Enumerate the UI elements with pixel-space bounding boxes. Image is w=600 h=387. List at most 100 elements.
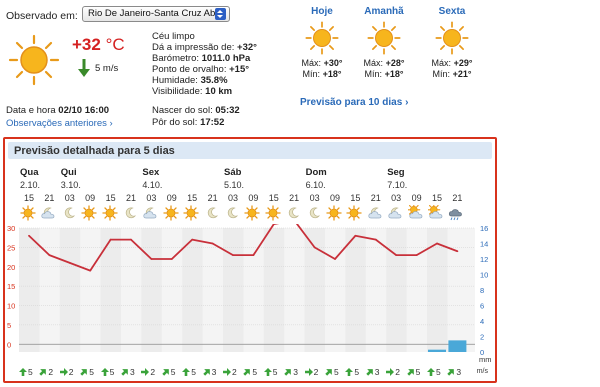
wind-speed-value: 2 (232, 367, 237, 377)
wind-cell: 5 (19, 367, 33, 377)
moon-icon (285, 205, 303, 221)
left-tick-label: 15 (7, 282, 15, 291)
temperature-point (354, 234, 357, 237)
previous-observations-link[interactable]: Observações anteriores › (6, 118, 113, 129)
wind-cell: 3 (284, 367, 298, 377)
sunset-value: 17:52 (200, 117, 225, 128)
cloud-moon-icon (387, 205, 405, 221)
wind-speed-value: 5 (28, 367, 33, 377)
wind-unit-label: m/s (476, 368, 488, 375)
wind-cell: 5 (406, 367, 420, 377)
datetime-label: Data e hora (6, 105, 59, 116)
temperature-point (48, 254, 51, 257)
forecast-day-date: 2.10. (20, 180, 41, 190)
right-tick-label: 10 (480, 271, 488, 280)
wind-speed-value: 2 (68, 367, 74, 377)
moon-icon (61, 205, 79, 221)
wind-arrow-icon (447, 368, 455, 376)
condition-row: Dá a impressão de: +32° (152, 42, 257, 53)
wind-cell: 5 (325, 367, 339, 377)
left-tick-label: 10 (7, 302, 15, 311)
sun-icon (326, 205, 344, 221)
condition-row: Ponto de orvalho: +15° (152, 64, 257, 75)
sun-icon (305, 21, 339, 55)
day-name[interactable]: Hoje (287, 6, 357, 17)
max-label: Máx: (363, 58, 386, 68)
wind-cell: 2 (304, 367, 318, 377)
temperature-point (232, 254, 234, 257)
day-summary[interactable]: Hoje Máx: +30° Mín: +18° (287, 6, 357, 80)
observed-label: Observado em: (6, 10, 78, 22)
min-label: Mín: (302, 69, 323, 79)
day-minmax: Máx: +28° Mín: +18° (349, 58, 419, 80)
wind-cell: 2 (141, 367, 155, 377)
day-name[interactable]: Amanhã (349, 6, 419, 17)
temperature-point (191, 238, 194, 241)
wind-arrow-icon (263, 368, 272, 376)
forecast-hour: 21 (370, 193, 381, 203)
wind-cell: 2 (386, 367, 400, 377)
sun-icon (81, 205, 99, 221)
temperature-point (313, 246, 316, 249)
right-tick-label: 4 (480, 317, 484, 326)
condition-row: Barómetro: 1011.0 hPa (152, 53, 257, 64)
wind-arrow-icon (141, 368, 150, 376)
moon-icon (122, 205, 140, 221)
max-label: Máx: (431, 58, 454, 68)
wind-cell: 5 (263, 367, 278, 377)
temperature-point (68, 261, 71, 264)
forecast-hour: 09 (166, 193, 177, 203)
ten-day-forecast-link[interactable]: Previsão para 10 dias › (300, 97, 408, 108)
forecast-hour: 03 (146, 193, 157, 203)
wind-speed-value: 5 (191, 367, 196, 377)
temperature-point (211, 242, 214, 245)
column-band (223, 228, 244, 352)
forecast-hour: 15 (187, 193, 198, 203)
condition-value: 1011.0 hPa (201, 53, 251, 64)
temperature-unit: °C (105, 35, 125, 54)
wind-speed-value: 3 (293, 367, 298, 377)
min-label: Mín: (432, 69, 453, 79)
wind-speed-value: 5 (354, 367, 360, 377)
wind-arrow-icon (39, 368, 47, 376)
wind-arrow-icon (100, 368, 109, 376)
wind-speed-value: 3 (130, 367, 135, 377)
wind-cell: 5 (345, 367, 359, 377)
temperature-point (436, 242, 438, 245)
right-tick-label: 6 (480, 302, 484, 311)
wind-arrow-icon (284, 368, 292, 376)
wind-speed-value: 5 (109, 367, 115, 377)
current-temperature: +32 °C (72, 35, 125, 55)
condition-label: Barómetro: (152, 53, 202, 64)
condition-row: Visibilidade: 10 km (152, 86, 257, 97)
column-band (263, 228, 285, 352)
forecast-hour: 15 (350, 193, 361, 203)
forecast-hour: 03 (64, 193, 75, 203)
wind-direction-icon (78, 59, 90, 77)
location-select[interactable]: Rio De Janeiro-Santa Cruz Ab (82, 6, 230, 22)
sun-times: Nascer do sol: 05:32 Pôr do sol: 17:52 (152, 105, 240, 129)
column-band (386, 228, 407, 352)
wind-arrow-icon (427, 368, 435, 376)
day-summary[interactable]: Sexta Máx: +29° Mín: +21° (417, 6, 487, 80)
max-temp: +28° (385, 58, 405, 68)
wind-cell: 5 (100, 367, 115, 377)
forecast-hour: 03 (309, 193, 320, 203)
wind-speed-value: 5 (252, 367, 258, 377)
forecast-day-name: Qui (60, 167, 77, 178)
forecast-hour: 21 (289, 193, 300, 203)
precip-bar (448, 340, 467, 352)
temperature-point (334, 258, 336, 260)
sun-icon (183, 205, 201, 221)
day-summary[interactable]: Amanhã Máx: +28° Mín: +18° (349, 6, 419, 80)
select-arrows-icon[interactable] (215, 8, 226, 20)
forecast-title: Previsão detalhada para 5 dias (14, 145, 175, 157)
sun-icon (101, 205, 120, 221)
right-tick-label: 8 (480, 286, 484, 295)
moon-icon (306, 205, 324, 221)
sun-icon (367, 21, 401, 55)
condition-value: +15° (229, 64, 250, 75)
day-name[interactable]: Sexta (417, 6, 487, 17)
sun-icon (265, 205, 283, 221)
wind-speed-value: 5 (436, 367, 441, 377)
